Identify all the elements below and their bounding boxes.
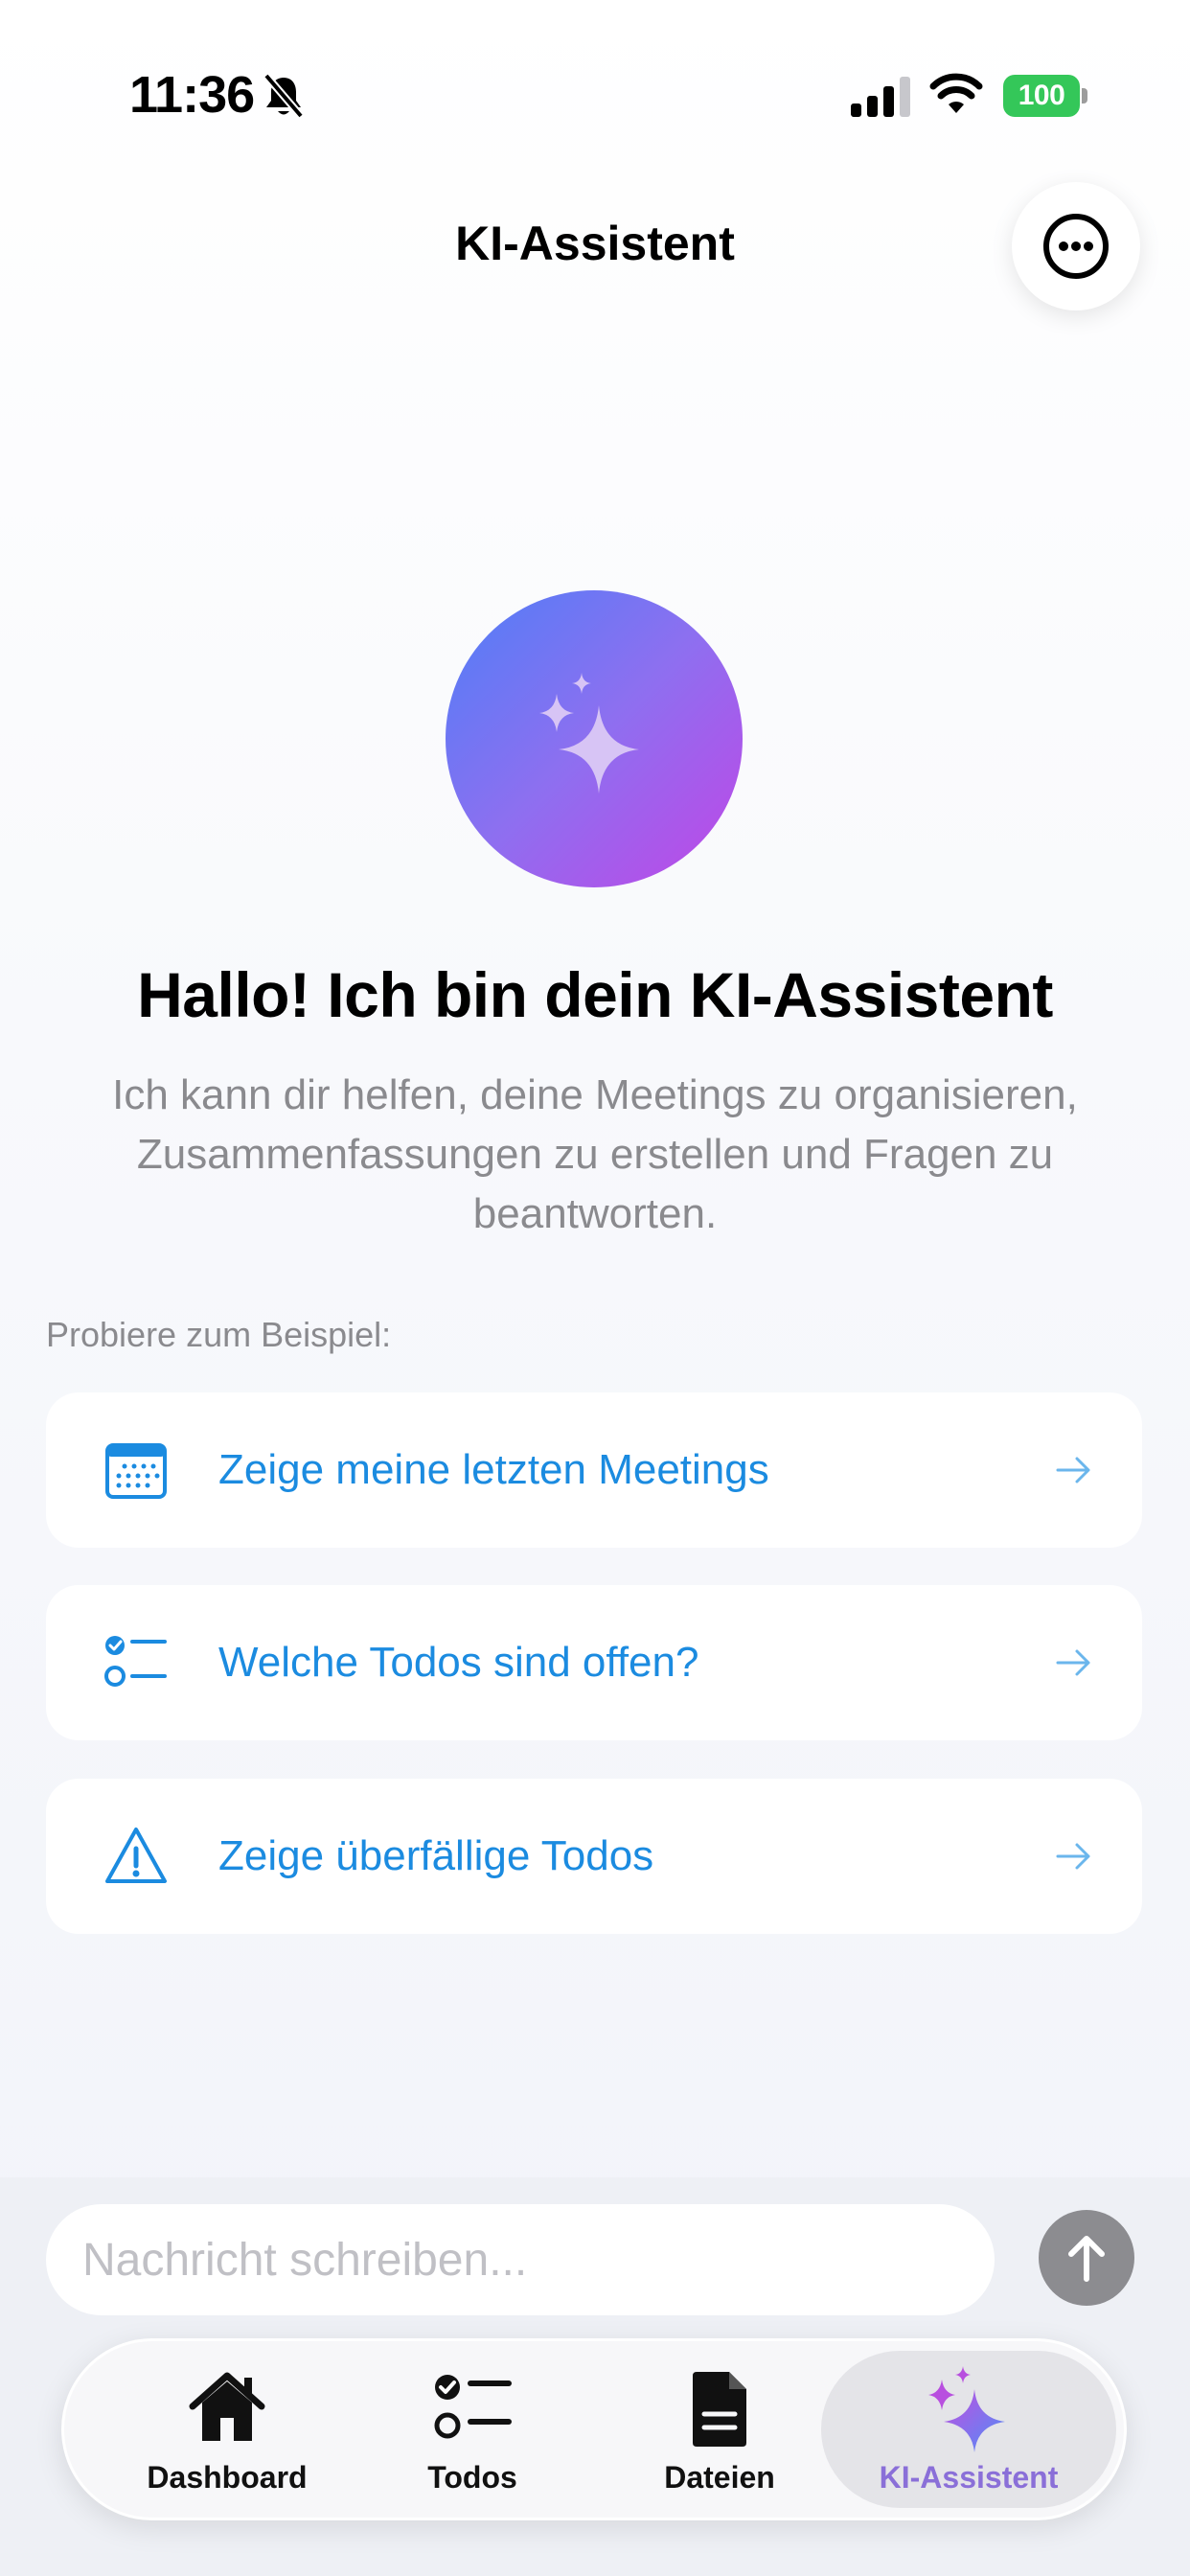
bell-slash-icon: [263, 73, 305, 119]
calendar-icon: [105, 1443, 167, 1499]
warning-triangle-icon: [105, 1828, 167, 1883]
hero-subtitle: Ich kann dir helfen, deine Meetings zu o…: [112, 1071, 1078, 1237]
battery-icon: 100: [1003, 75, 1080, 117]
document-icon: [693, 2372, 746, 2447]
tab-bar: Dashboard Todos Dateien KI-Assistent: [61, 2338, 1127, 2520]
more-options-button[interactable]: [1012, 182, 1140, 310]
checklist-icon: [434, 2375, 512, 2439]
ellipsis-circle-icon: [1043, 214, 1109, 279]
tab-label: KI-Assistent: [879, 2460, 1059, 2495]
sparkles-icon: [928, 2366, 1005, 2452]
tab-label: Dateien: [664, 2460, 775, 2495]
arrow-right-icon: [1056, 1457, 1090, 1484]
suggestion-open-todos[interactable]: Welche Todos sind offen?: [46, 1585, 1142, 1740]
suggestion-recent-meetings[interactable]: Zeige meine letzten Meetings: [46, 1392, 1142, 1548]
suggestion-label: Zeige meine letzten Meetings: [218, 1446, 769, 1493]
cellular-signal-icon: [851, 77, 910, 117]
wifi-icon: [929, 73, 983, 113]
tab-todos[interactable]: Todos: [348, 2351, 597, 2508]
suggestion-overdue-todos[interactable]: Zeige überfällige Todos: [46, 1779, 1142, 1934]
sparkles-icon: [539, 673, 639, 794]
send-button[interactable]: [1039, 2210, 1134, 2306]
arrow-right-icon: [1056, 1843, 1090, 1870]
arrow-up-icon: [1068, 2236, 1105, 2282]
assistant-avatar: [446, 590, 743, 887]
checklist-icon: [104, 1636, 167, 1687]
house-icon: [189, 2372, 265, 2441]
tab-ki-assistent[interactable]: KI-Assistent: [821, 2351, 1116, 2508]
message-input[interactable]: [46, 2204, 995, 2315]
status-time: 11:36: [129, 66, 255, 124]
tab-dashboard[interactable]: Dashboard: [103, 2351, 352, 2508]
suggestion-label: Welche Todos sind offen?: [218, 1639, 699, 1686]
status-bar: 11:36 100: [0, 0, 1190, 192]
arrow-right-icon: [1056, 1649, 1090, 1676]
tab-label: Todos: [427, 2460, 517, 2495]
examples-label: Probiere zum Beispiel:: [46, 1315, 392, 1354]
tab-dateien[interactable]: Dateien: [595, 2351, 844, 2508]
hero-title: Hallo! Ich bin dein KI-Assistent: [137, 959, 1053, 1030]
tab-label: Dashboard: [147, 2460, 308, 2495]
suggestion-label: Zeige überfällige Todos: [218, 1832, 654, 1879]
battery-cap: [1082, 88, 1087, 104]
